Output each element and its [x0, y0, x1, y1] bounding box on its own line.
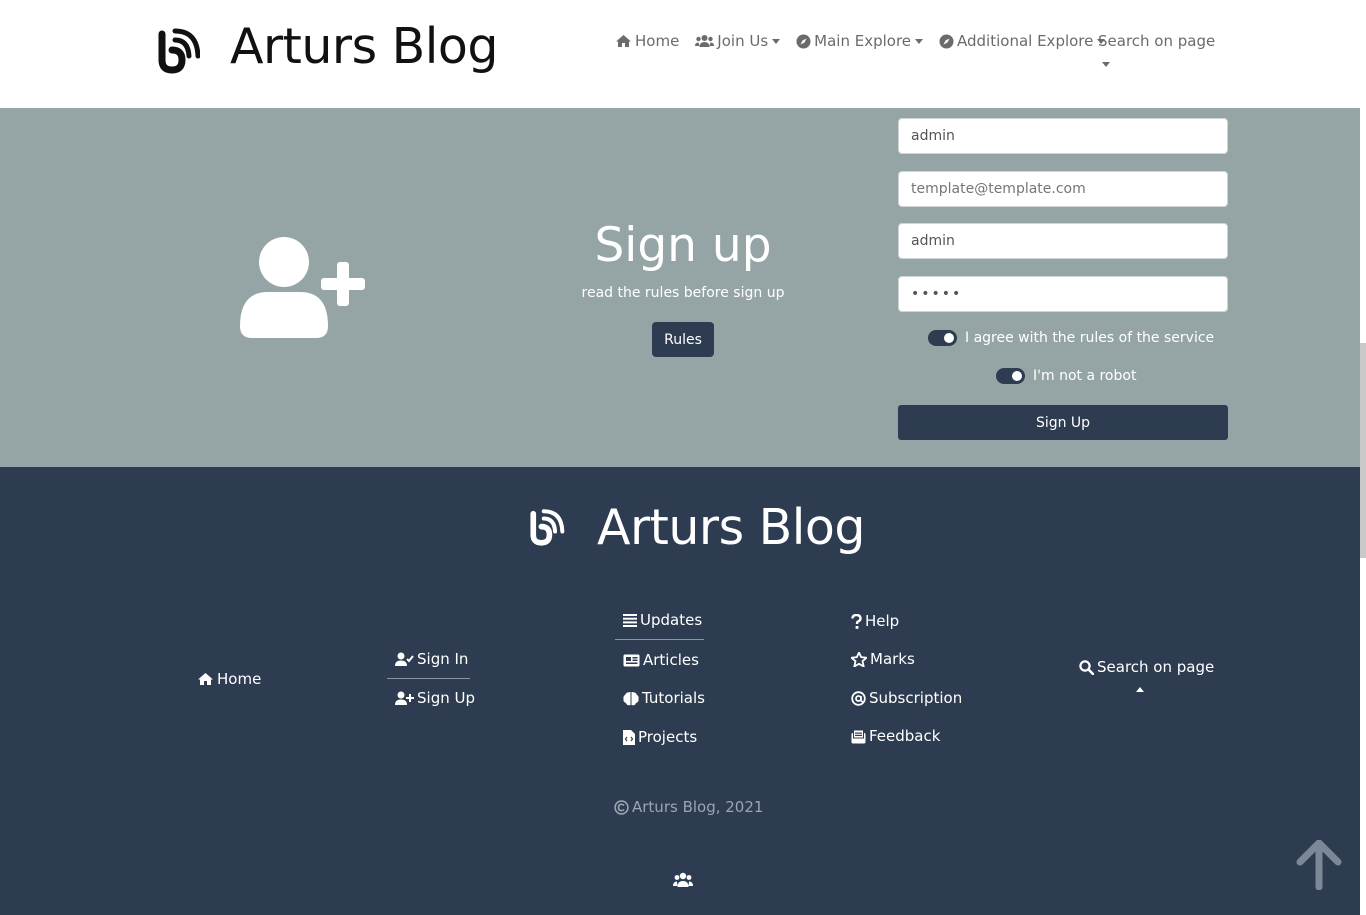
- footer-link-sign-in[interactable]: Sign In: [395, 650, 468, 668]
- search-icon: [1079, 659, 1094, 675]
- footer-tutorials-label: Tutorials: [642, 689, 705, 707]
- envelope-open-icon: [851, 729, 866, 743]
- footer-link-home[interactable]: Home: [197, 670, 261, 688]
- user-plus-icon: [395, 691, 414, 705]
- nav-search-label: Search on page: [1098, 32, 1216, 50]
- newspaper-icon: [623, 654, 640, 666]
- footer-link-marks[interactable]: Marks: [851, 650, 915, 668]
- chevron-down-icon: [772, 38, 781, 44]
- at-icon: [851, 690, 866, 706]
- chevron-down-icon: [1102, 62, 1110, 67]
- brand-title[interactable]: Arturs Blog: [230, 18, 499, 75]
- nav-main-explore[interactable]: Main Explore: [796, 32, 924, 50]
- footer-sign-up-label: Sign Up: [417, 689, 475, 707]
- footer-link-articles[interactable]: Articles: [623, 651, 699, 669]
- username-field[interactable]: [898, 118, 1228, 154]
- copyright-text: Arturs Blog, 2021: [632, 798, 764, 816]
- question-icon: [851, 613, 862, 629]
- chevron-down-icon: [915, 38, 924, 44]
- footer-home-label: Home: [217, 670, 262, 688]
- chevron-up-icon: [1136, 687, 1144, 692]
- footer-link-help[interactable]: Help: [851, 612, 899, 630]
- footer-link-feedback[interactable]: Feedback: [851, 727, 940, 745]
- divider: [387, 678, 470, 679]
- blog-logo-icon: [530, 509, 565, 546]
- home-icon: [198, 673, 213, 685]
- user-plus-icon: [240, 237, 365, 338]
- compass-icon: [939, 34, 954, 48]
- footer-link-projects[interactable]: Projects: [623, 728, 697, 746]
- footer-link-tutorials[interactable]: Tutorials: [623, 689, 705, 707]
- main-nav: Home Join Us Main Explore Additional Exp…: [615, 32, 1121, 50]
- footer-link-updates[interactable]: Updates: [623, 611, 702, 629]
- user-check-icon: [395, 652, 414, 666]
- footer-updates-label: Updates: [640, 611, 703, 629]
- footer-help-label: Help: [865, 612, 900, 630]
- list-icon: [623, 613, 637, 627]
- nav-join-us[interactable]: Join Us: [695, 32, 781, 50]
- footer-search-on-page[interactable]: Search on page: [1079, 658, 1214, 676]
- scroll-to-top-arrow-icon[interactable]: [1296, 840, 1342, 890]
- nav-join-us-label: Join Us: [717, 32, 769, 50]
- agree-rules-row: I agree with the rules of the service: [928, 330, 1214, 346]
- signup-subtitle: read the rules before sign up: [581, 285, 785, 301]
- brain-icon: [623, 691, 639, 705]
- nav-search-on-page[interactable]: Search on page: [1098, 32, 1216, 67]
- scrollbar-thumb[interactable]: [1360, 343, 1366, 558]
- footer-feedback-label: Feedback: [869, 727, 941, 745]
- users-cog-icon: [673, 872, 693, 887]
- file-code-icon: [623, 729, 635, 745]
- email-field[interactable]: [898, 171, 1228, 207]
- nav-home-label: Home: [635, 32, 680, 50]
- rules-button[interactable]: Rules: [652, 322, 714, 357]
- nav-additional-explore-label: Additional Explore: [957, 32, 1094, 50]
- blog-logo-icon: [158, 28, 200, 74]
- star-icon: [851, 651, 867, 667]
- footer-search-label: Search on page: [1097, 658, 1215, 676]
- not-robot-label: I'm not a robot: [1033, 368, 1137, 384]
- footer-subscription-label: Subscription: [869, 689, 963, 707]
- footer-projects-label: Projects: [638, 728, 698, 746]
- users-icon: [695, 35, 715, 47]
- agree-rules-label: I agree with the rules of the service: [965, 330, 1215, 346]
- copyright-icon: [614, 799, 629, 815]
- footer-link-sign-up[interactable]: Sign Up: [395, 689, 475, 707]
- nav-additional-explore[interactable]: Additional Explore: [939, 32, 1106, 50]
- name-field[interactable]: [898, 223, 1228, 259]
- footer-brand-title: Arturs Blog: [597, 499, 866, 556]
- nav-main-explore-label: Main Explore: [814, 32, 912, 50]
- brand-logo-link[interactable]: [158, 22, 200, 74]
- signup-title: Sign up: [594, 218, 772, 273]
- site-header: Arturs Blog Home Join Us Main Explore Ad…: [0, 0, 1360, 108]
- compass-icon: [796, 34, 811, 48]
- nav-home[interactable]: Home: [615, 32, 679, 50]
- home-icon: [616, 35, 631, 47]
- not-robot-toggle[interactable]: [996, 368, 1025, 384]
- divider: [615, 639, 704, 640]
- footer-articles-label: Articles: [643, 651, 699, 669]
- copyright: Arturs Blog, 2021: [614, 798, 763, 816]
- footer-link-subscription[interactable]: Subscription: [851, 689, 962, 707]
- password-field[interactable]: [898, 276, 1228, 312]
- signup-submit-button[interactable]: Sign Up: [898, 405, 1228, 440]
- footer-sign-in-label: Sign In: [417, 650, 469, 668]
- not-robot-row: I'm not a robot: [996, 368, 1136, 384]
- footer-marks-label: Marks: [870, 650, 915, 668]
- agree-rules-toggle[interactable]: [928, 330, 957, 346]
